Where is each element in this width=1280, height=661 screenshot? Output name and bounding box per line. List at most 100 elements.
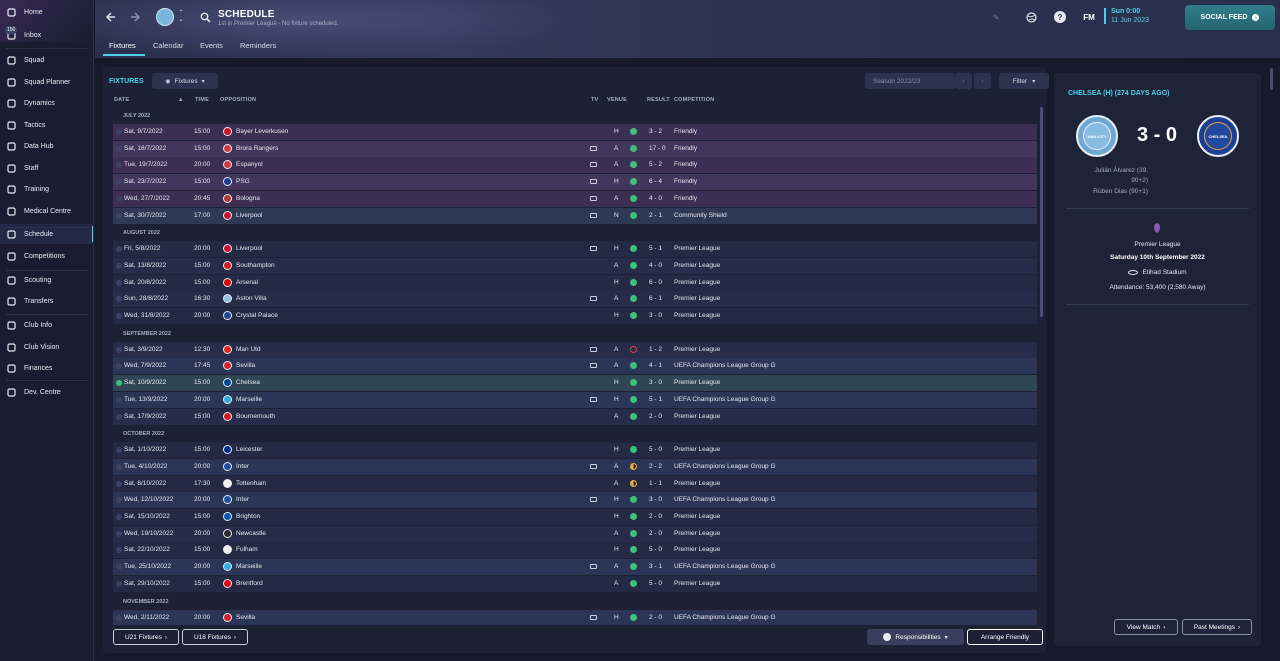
help-icon[interactable]: ? — [1054, 11, 1066, 23]
prev-season-button[interactable]: ‹ — [955, 73, 972, 89]
table-row[interactable]: Sat, 10/9/2022 15:00 Chelsea H 3 - 0 Premier … — [113, 375, 1037, 392]
fixture-result[interactable]: 4 - 1 — [649, 362, 662, 369]
fixture-result[interactable]: 5 - 2 — [649, 161, 662, 168]
fixture-opponent[interactable]: Southampton — [236, 262, 275, 269]
fixture-result[interactable]: 1 - 2 — [649, 346, 662, 353]
u21-fixtures-button[interactable]: U21 Fixtures › — [113, 629, 179, 645]
table-row[interactable]: Wed, 7/9/2022 17:45 Sevilla A 4 - 1 UEFA Cham… — [113, 358, 1037, 375]
table-row[interactable]: Sat, 20/8/2022 15:00 Arsenal H 6 - 0 Premier … — [113, 274, 1037, 291]
fixture-opponent[interactable]: Tottenham — [236, 480, 266, 487]
fixture-competition[interactable]: Friendly — [674, 161, 697, 168]
table-row[interactable]: Tue, 13/9/2022 20:00 Marseille H 5 - 1 UEFA C… — [113, 391, 1037, 408]
fixture-result[interactable]: 6 - 0 — [649, 279, 662, 286]
page-scrollbar[interactable] — [1270, 68, 1273, 90]
fixture-opponent[interactable]: Brighton — [236, 513, 260, 520]
fixture-competition[interactable]: UEFA Champions League Group G — [674, 563, 776, 570]
next-season-button[interactable]: › — [974, 73, 991, 89]
sidebar-item-club-info[interactable]: Club Info — [0, 315, 93, 335]
table-row[interactable]: Sat, 1/10/2022 15:00 Leicester H 5 - 0 Premie… — [113, 442, 1037, 459]
table-row[interactable]: Sat, 13/8/2022 15:00 Southampton A 4 - 0 Prem… — [113, 257, 1037, 274]
fixture-result[interactable]: 1 - 1 — [649, 480, 662, 487]
table-row[interactable]: Sat, 9/7/2022 15:00 Bayer Leverkusen H 3 - 2… — [113, 124, 1037, 140]
edit-icon[interactable]: ✎ — [992, 13, 1000, 22]
fixture-competition[interactable]: Premier League — [674, 295, 720, 302]
table-row[interactable]: Wed, 19/10/2022 20:00 Newcastle A 2 - 0 Premi… — [113, 525, 1037, 542]
fixture-opponent[interactable]: Inter — [236, 496, 249, 503]
fixture-opponent[interactable]: Crystal Palace — [236, 312, 278, 319]
sidebar-item-squad-planner[interactable]: Squad Planner — [0, 72, 93, 92]
fixture-opponent[interactable]: Arsenal — [236, 279, 258, 286]
fixture-competition[interactable]: UEFA Champions League Group G — [674, 496, 776, 503]
fixture-competition[interactable]: UEFA Champions League Group G — [674, 614, 776, 621]
away-club-crest-icon[interactable]: CHELSEA — [1197, 115, 1239, 157]
sidebar-item-competitions[interactable]: Competitions — [0, 246, 93, 266]
sidebar-item-scouting[interactable]: Scouting — [0, 270, 93, 290]
fixture-opponent[interactable]: Espanyol — [236, 161, 263, 168]
fixture-competition[interactable]: Premier League — [674, 312, 720, 319]
fixture-competition[interactable]: UEFA Champions League Group G — [674, 362, 776, 369]
fixture-opponent[interactable]: PSG — [236, 178, 250, 185]
col-opposition[interactable]: OPPOSITION — [220, 97, 256, 103]
fixture-competition[interactable]: Premier League — [674, 262, 720, 269]
fixture-result[interactable]: 5 - 0 — [649, 546, 662, 553]
table-row[interactable]: Tue, 25/10/2022 20:00 Marseille A 3 - 1 UEFA … — [113, 559, 1037, 576]
sort-asc-icon[interactable]: ▲ — [178, 97, 184, 103]
fixture-result[interactable]: 2 - 0 — [649, 614, 662, 621]
fixture-competition[interactable]: Friendly — [674, 195, 697, 202]
sidebar-item-home[interactable]: Home — [0, 2, 93, 22]
fixture-result[interactable]: 5 - 0 — [649, 446, 662, 453]
fixture-result[interactable]: 4 - 0 — [649, 262, 662, 269]
fixture-opponent[interactable]: Bayer Leverkusen — [236, 128, 288, 135]
sidebar-item-squad[interactable]: Squad — [0, 50, 93, 70]
fixture-result[interactable]: 3 - 0 — [649, 496, 662, 503]
sidebar-item-dev-centre[interactable]: Dev. Centre — [0, 382, 93, 402]
season-selector[interactable]: Season 2022/23 — [865, 73, 955, 89]
fixture-result[interactable]: 2 - 0 — [649, 530, 662, 537]
sidebar-item-transfers[interactable]: Transfers — [0, 291, 93, 311]
arrange-friendly-button[interactable]: Arrange Friendly — [967, 629, 1043, 645]
fixture-result[interactable]: 6 - 4 — [649, 178, 662, 185]
col-tv[interactable]: TV — [591, 97, 598, 103]
table-row[interactable]: Tue, 19/7/2022 20:00 Espanyol A 5 - 2 Friendl… — [113, 157, 1037, 174]
fixture-result[interactable]: 6 - 1 — [649, 295, 662, 302]
fixture-opponent[interactable]: Bologna — [236, 195, 260, 202]
table-row[interactable]: Sat, 29/10/2022 15:00 Brentford A 5 - 0 Premi… — [113, 575, 1037, 592]
fixture-competition[interactable]: Premier League — [674, 513, 720, 520]
fixture-opponent[interactable]: Marseille — [236, 396, 262, 403]
fixture-competition[interactable]: Premier League — [674, 245, 720, 252]
sidebar-item-staff[interactable]: Staff — [0, 158, 93, 178]
fixture-competition[interactable]: Premier League — [674, 530, 720, 537]
fixtures-dropdown[interactable]: ◉ Fixtures ▾ — [152, 73, 218, 89]
table-row[interactable]: Sat, 3/9/2022 12:30 Man Utd A 1 - 2 Premier L… — [113, 341, 1037, 358]
home-club-crest-icon[interactable]: MAN CITY — [1076, 115, 1118, 157]
club-switch-icon[interactable]: ⌃ ⌄ — [177, 9, 185, 25]
sidebar-item-finances[interactable]: Finances — [0, 358, 93, 378]
fixture-competition[interactable]: UEFA Champions League Group G — [674, 463, 776, 470]
table-row[interactable]: Wed, 2/11/2022 20:00 Sevilla H 2 - 0 UEFA Cha… — [113, 609, 1037, 625]
table-row[interactable]: Fri, 5/8/2022 20:00 Liverpool H 5 - 1 Premier… — [113, 241, 1037, 258]
tab-reminders[interactable]: Reminders — [240, 41, 276, 50]
fixture-opponent[interactable]: Leicester — [236, 446, 262, 453]
view-match-button[interactable]: View Match › — [1114, 619, 1178, 635]
fixture-competition[interactable]: Premier League — [674, 346, 720, 353]
filter-button[interactable]: Filter ▾ — [999, 73, 1049, 89]
table-row[interactable]: Wed, 27/7/2022 20:45 Bologna A 4 - 0 Friendly — [113, 190, 1037, 207]
fixture-opponent[interactable]: Liverpool — [236, 212, 262, 219]
fixture-competition[interactable]: Premier League — [674, 580, 720, 587]
tab-events[interactable]: Events — [200, 41, 223, 50]
col-date[interactable]: DATE — [114, 97, 129, 103]
table-row[interactable]: Sat, 23/7/2022 15:00 PSG H 6 - 4 Friendly — [113, 174, 1037, 191]
club-badge-icon[interactable] — [156, 8, 174, 26]
back-arrow-icon[interactable] — [103, 10, 117, 24]
sidebar-item-training[interactable]: Training — [0, 179, 93, 199]
fixture-result[interactable]: 3 - 2 — [649, 128, 662, 135]
fixture-opponent[interactable]: Marseille — [236, 563, 262, 570]
fixture-result[interactable]: 2 - 0 — [649, 413, 662, 420]
fixture-result[interactable]: 5 - 0 — [649, 580, 662, 587]
u18-fixtures-button[interactable]: U18 Fixtures › — [182, 629, 248, 645]
tab-calendar[interactable]: Calendar — [153, 41, 183, 50]
fixture-competition[interactable]: Friendly — [674, 128, 697, 135]
fixture-opponent[interactable]: Brentford — [236, 580, 263, 587]
fixture-competition[interactable]: Premier League — [674, 446, 720, 453]
sidebar-item-medical-centre[interactable]: Medical Centre — [0, 201, 93, 221]
